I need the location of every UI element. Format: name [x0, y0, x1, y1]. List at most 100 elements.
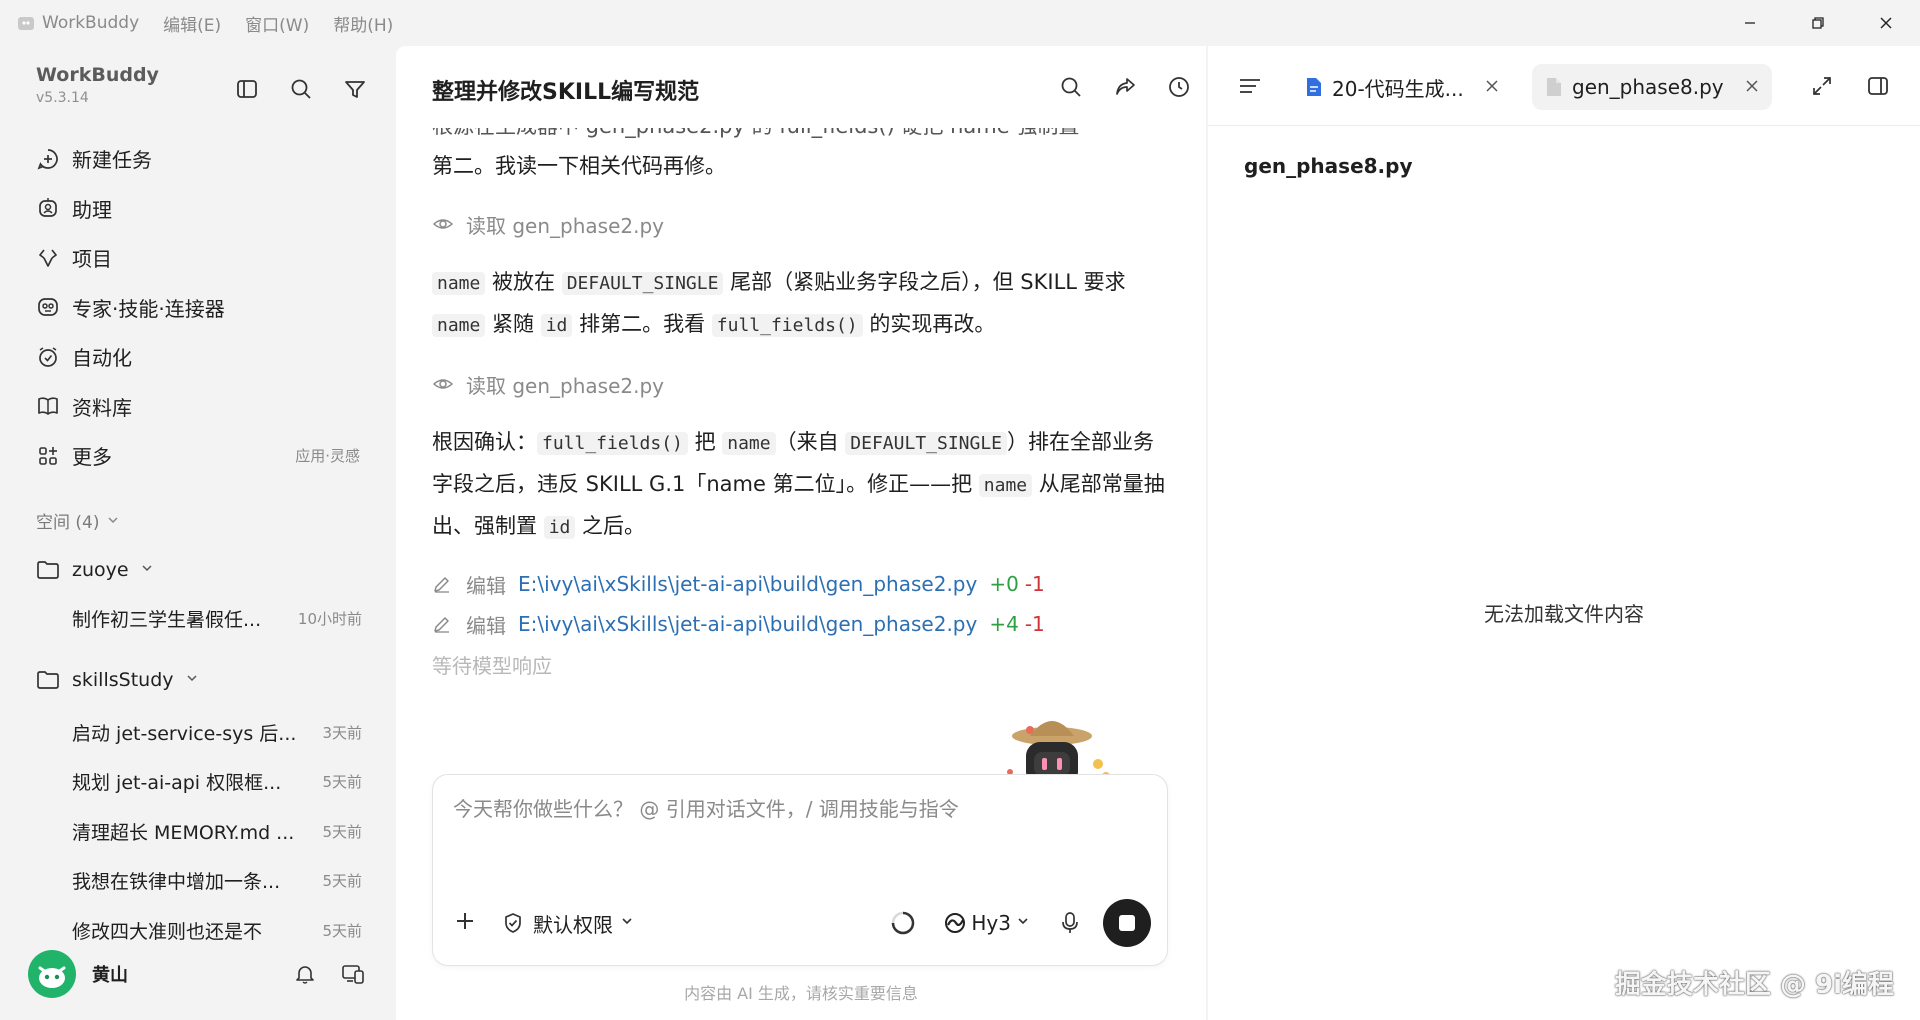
nav-label: 专家·技能·连接器 [72, 296, 225, 321]
history-button[interactable] [1164, 72, 1194, 102]
tool-read-line[interactable]: 读取 gen_phase2.py [432, 204, 1172, 244]
search-button[interactable] [286, 74, 316, 104]
task-time: 5天前 [322, 773, 362, 792]
shield-check-icon [501, 911, 525, 935]
add-attachment-button[interactable] [453, 906, 483, 941]
nav-label: 助理 [72, 197, 112, 222]
chat-header: 整理并修改SKILL编写规范 [396, 46, 1206, 128]
brand: WorkBuddy v5.3.14 [36, 64, 159, 106]
inline-code: full_fields() [537, 432, 688, 455]
close-icon [1486, 79, 1498, 92]
edit-label: 编辑 [466, 573, 506, 598]
close-tab-button[interactable] [1484, 75, 1500, 100]
avatar[interactable] [28, 950, 76, 998]
title-bar: WorkBuddy 编辑(E) 窗口(W) 帮助(H) [0, 0, 1920, 46]
device-icon [342, 965, 364, 984]
notification-button[interactable] [290, 959, 320, 989]
nav-label: 新建任务 [72, 148, 152, 173]
space-header[interactable]: 空间 (4) [36, 508, 119, 533]
folder-name: skillsStudy [72, 668, 174, 691]
nav-more[interactable]: 更多 应用·灵感 [26, 431, 376, 481]
space-header-label: 空间 (4) [36, 513, 100, 533]
nav-more-extra[interactable]: 应用·灵感 [295, 445, 360, 466]
edit-path-link[interactable]: E:\ivy\ai\xSkills\jet-ai-api\build\gen_p… [518, 612, 977, 636]
chat-title: 整理并修改SKILL编写规范 [432, 80, 700, 105]
text: 的实现再改。 [862, 312, 996, 336]
nav-experts[interactable]: 专家·技能·连接器 [26, 283, 376, 333]
share-button[interactable] [1110, 72, 1140, 102]
chat-search-button[interactable] [1056, 72, 1086, 102]
edit-line[interactable]: 编辑 E:\ivy\ai\xSkills\jet-ai-api\build\ge… [432, 564, 1172, 604]
search-icon [1061, 77, 1081, 97]
waiting-status: 等待模型响应 [432, 653, 552, 678]
folder-skillsstudy[interactable]: skillsStudy [26, 656, 376, 704]
share-icon [1116, 78, 1135, 95]
tool-read-line[interactable]: 读取 gen_phase2.py [432, 364, 1172, 404]
toggle-sidebar-button[interactable] [232, 74, 262, 104]
model-selector[interactable]: Hy3 [943, 911, 1029, 935]
chevron-down-icon [107, 511, 119, 531]
task-item[interactable]: 清理超长 MEMORY.md ... 5天前 [26, 807, 376, 857]
menu-help[interactable]: 帮助(H) [333, 11, 393, 36]
task-title: 我想在铁律中增加一条... [72, 871, 281, 894]
nav-project[interactable]: 项目 [26, 233, 376, 283]
nav-new-task[interactable]: 新建任务 [26, 134, 376, 184]
lines-removed: -1 [1024, 612, 1045, 636]
task-item[interactable]: 我想在铁律中增加一条... 5天前 [26, 856, 376, 906]
menu-window[interactable]: 窗口(W) [245, 11, 309, 36]
permission-selector[interactable]: 默认权限 [501, 909, 633, 938]
voice-input-button[interactable] [1057, 910, 1083, 936]
inline-code: id [540, 314, 573, 337]
pencil-icon [432, 573, 454, 595]
filter-button[interactable] [340, 74, 370, 104]
inline-code: full_fields() [711, 314, 863, 337]
text: 紧随 [485, 312, 541, 336]
close-window-button[interactable] [1852, 0, 1920, 46]
document-icon [1304, 76, 1324, 98]
plus-icon [457, 912, 473, 929]
file-preview-panel: 20-代码生成... gen_phase8.py gen_phase8.py 无… [1208, 46, 1920, 1020]
chevron-down-icon [141, 562, 153, 578]
expand-icon [1813, 77, 1831, 95]
user-bar: 黄山 [28, 944, 368, 1004]
filter-icon [345, 81, 365, 98]
task-item[interactable]: 启动 jet-service-sys 后... 3天前 [26, 708, 376, 758]
nav-assistant[interactable]: 助理 [26, 184, 376, 234]
loading-spinner-icon [889, 909, 917, 937]
project-icon [36, 246, 60, 270]
task-title: 修改四大准则也还是不 [72, 920, 263, 943]
expand-button[interactable] [1808, 72, 1836, 100]
nav-label: 资料库 [72, 395, 132, 420]
outline-menu-button[interactable] [1236, 72, 1264, 100]
menu-edit[interactable]: 编辑(E) [163, 11, 221, 36]
nav-automation[interactable]: 自动化 [26, 332, 376, 382]
close-tab-button[interactable] [1744, 75, 1760, 100]
ai-disclaimer: 内容由 AI 生成，请核实重要信息 [684, 984, 918, 1003]
text: （来自 [775, 430, 846, 454]
assistant-icon [36, 196, 60, 220]
task-title: 规划 jet-ai-api 权限框... [72, 772, 282, 795]
lines-removed: -1 [1024, 572, 1045, 596]
text: 之后。 [575, 514, 646, 538]
device-button[interactable] [338, 959, 368, 989]
toggle-panel-button[interactable] [1864, 72, 1892, 100]
tab-code-gen-doc[interactable]: 20-代码生成... [1292, 64, 1530, 110]
tab-gen-phase8[interactable]: gen_phase8.py [1532, 64, 1772, 110]
text: 被放在 [485, 270, 562, 294]
close-icon [1746, 79, 1758, 92]
task-item[interactable]: 制作初三学生暑假任... 10小时前 [26, 594, 376, 644]
inline-code: name [978, 474, 1033, 497]
nav-library[interactable]: 资料库 [26, 382, 376, 432]
file-icon [1544, 76, 1564, 98]
edit-path-link[interactable]: E:\ivy\ai\xSkills\jet-ai-api\build\gen_p… [518, 572, 977, 596]
stop-generation-button[interactable] [1103, 899, 1151, 947]
minimize-button[interactable] [1716, 0, 1784, 46]
message-text: name 被放在 DEFAULT_SINGLE 尾部（紧贴业务字段之后），但 S… [432, 262, 1172, 346]
task-item[interactable]: 规划 jet-ai-api 权限框... 5天前 [26, 757, 376, 807]
chat-composer[interactable]: 今天帮你做些什么？ @ 引用对话文件，/ 调用技能与指令 默认权限 Hy3 [432, 774, 1168, 966]
folder-zuoye[interactable]: zuoye [26, 546, 376, 594]
inline-code: name [432, 314, 486, 337]
edit-line[interactable]: 编辑 E:\ivy\ai\xSkills\jet-ai-api\build\ge… [432, 604, 1172, 644]
chat-input[interactable]: 今天帮你做些什么？ @ 引用对话文件，/ 调用技能与指令 [453, 793, 959, 822]
restore-button[interactable] [1784, 0, 1852, 46]
